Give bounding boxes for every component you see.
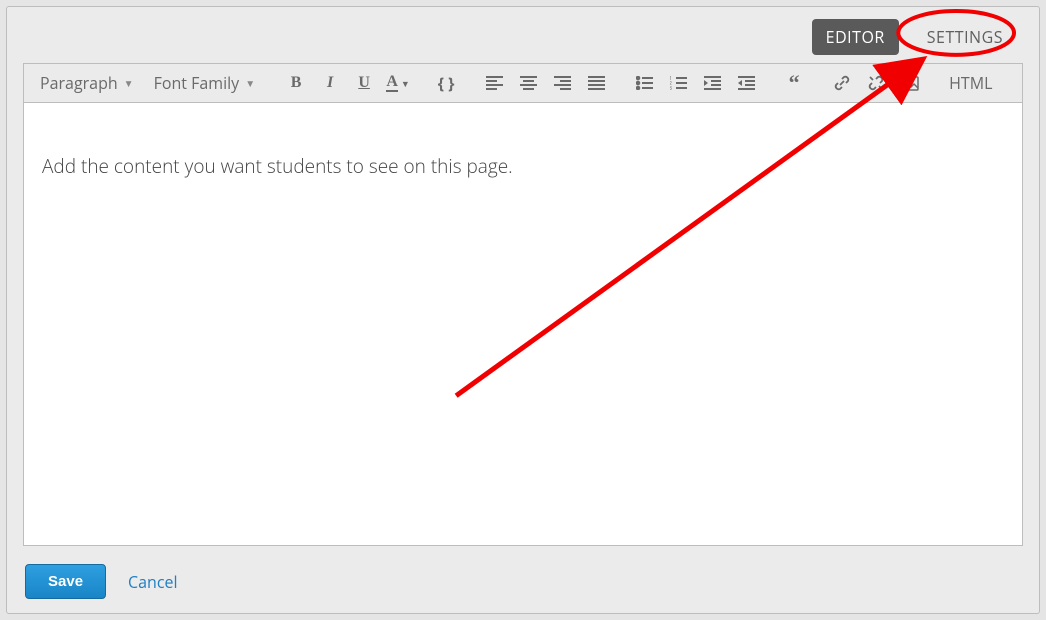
underline-button[interactable]: U (351, 70, 377, 96)
outdent-button[interactable] (733, 70, 759, 96)
align-right-icon (554, 76, 571, 90)
outdent-icon (738, 76, 755, 90)
italic-icon: I (327, 74, 333, 92)
cancel-link[interactable]: Cancel (128, 571, 177, 593)
svg-text:3: 3 (670, 86, 672, 90)
save-button[interactable]: Save (25, 564, 106, 599)
align-left-icon (486, 76, 503, 90)
chevron-down-icon: ▼ (401, 77, 410, 90)
paragraph-label: Paragraph (40, 72, 118, 94)
bold-icon: B (291, 74, 302, 92)
tab-row: EDITOR SETTINGS (7, 7, 1039, 63)
tab-editor[interactable]: EDITOR (812, 19, 899, 55)
paragraph-select[interactable]: Paragraph ▼ (34, 68, 140, 98)
indent-button[interactable] (699, 70, 725, 96)
tab-settings[interactable]: SETTINGS (913, 19, 1017, 55)
unlink-button[interactable] (863, 70, 889, 96)
code-button[interactable]: { } (433, 70, 459, 96)
footer-actions: Save Cancel (7, 546, 1039, 613)
blockquote-button[interactable]: “ (781, 70, 807, 96)
align-left-button[interactable] (481, 70, 507, 96)
align-right-button[interactable] (549, 70, 575, 96)
editor-wrap: Paragraph ▼ Font Family ▼ B I U A ▼ (7, 63, 1039, 546)
unlink-icon (867, 74, 885, 92)
font-family-select[interactable]: Font Family ▼ (148, 68, 262, 98)
font-family-label: Font Family (154, 72, 240, 94)
text-color-icon: A (386, 74, 398, 92)
editor-toolbar: Paragraph ▼ Font Family ▼ B I U A ▼ (23, 63, 1023, 102)
quote-icon: “ (789, 79, 800, 88)
chevron-down-icon: ▼ (245, 76, 255, 90)
code-icon: { } (438, 72, 455, 94)
number-list-button[interactable]: 123 (665, 70, 691, 96)
bold-button[interactable]: B (283, 70, 309, 96)
editor-content-area[interactable]: Add the content you want students to see… (23, 102, 1023, 546)
bullet-list-button[interactable] (631, 70, 657, 96)
align-justify-icon (588, 76, 605, 90)
editor-panel: EDITOR SETTINGS Paragraph ▼ Font Family … (6, 6, 1040, 614)
indent-icon (704, 76, 721, 90)
editor-placeholder-text: Add the content you want students to see… (42, 153, 513, 179)
underline-icon: U (358, 74, 370, 92)
align-justify-button[interactable] (583, 70, 609, 96)
align-center-icon (520, 76, 537, 90)
bullet-list-icon (636, 76, 653, 90)
text-color-button[interactable]: A ▼ (385, 70, 411, 96)
align-center-button[interactable] (515, 70, 541, 96)
italic-button[interactable]: I (317, 70, 343, 96)
number-list-icon: 123 (670, 76, 687, 90)
image-icon (901, 76, 919, 91)
html-button[interactable]: HTML (945, 72, 996, 94)
image-button[interactable] (897, 70, 923, 96)
link-button[interactable] (829, 70, 855, 96)
link-icon (833, 74, 851, 92)
chevron-down-icon: ▼ (124, 76, 134, 90)
